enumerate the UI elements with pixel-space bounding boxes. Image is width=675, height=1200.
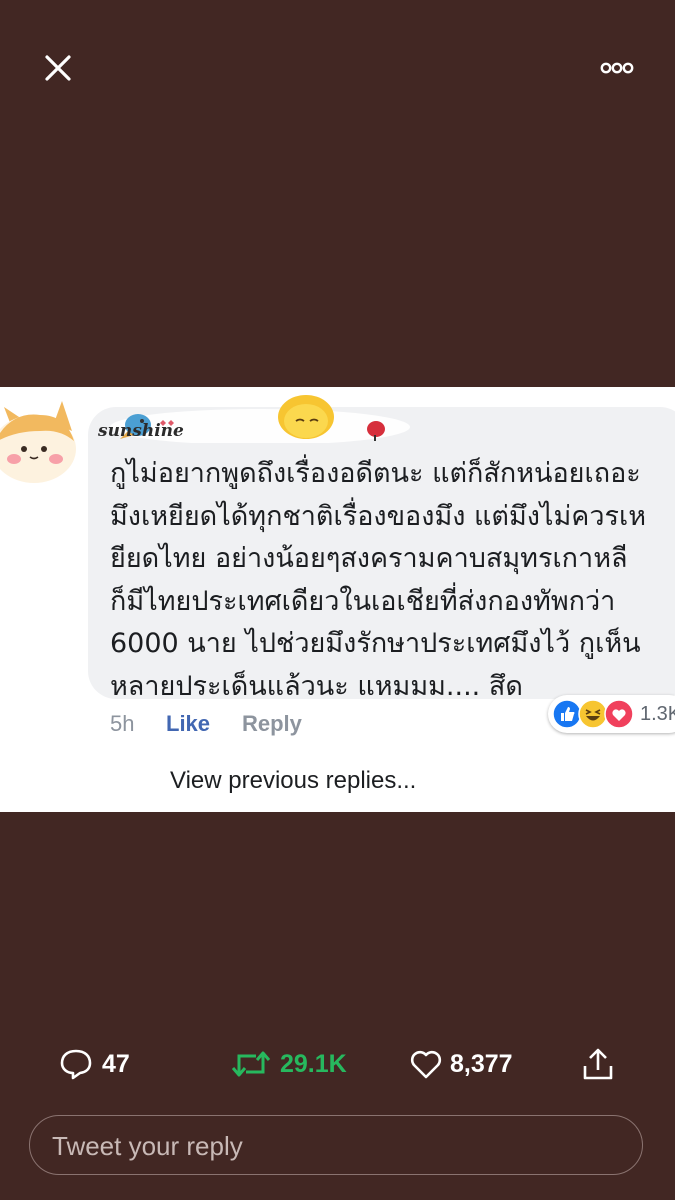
reply-box <box>29 1115 643 1175</box>
retweet-count: 29.1K <box>280 1050 347 1078</box>
like-button[interactable]: 8,377 <box>408 1040 528 1090</box>
ellipsis-icon <box>600 62 634 74</box>
more-options-button[interactable] <box>592 54 642 82</box>
like-count: 8,377 <box>450 1050 513 1078</box>
comment-line: มึงเหยียดได้ทุกชาติเรื่องของมึง แต่มึงไม… <box>110 500 647 532</box>
view-previous-replies-link[interactable]: View previous replies... <box>170 767 416 795</box>
reply-link[interactable]: Reply <box>242 711 302 737</box>
retweet-icon <box>231 1051 271 1077</box>
retweet-button[interactable]: 29.1K <box>230 1040 360 1090</box>
comment-screenshot: sunshine กูไม่อยากพูดถึงเรื่องอดีตนะ แต่… <box>0 387 675 812</box>
top-bar <box>0 0 675 140</box>
reply-button[interactable]: 47 <box>58 1040 148 1090</box>
commenter-name[interactable]: sunshine <box>98 421 184 441</box>
tweet-reply-input[interactable] <box>50 1126 614 1166</box>
like-link[interactable]: Like <box>166 711 210 737</box>
reaction-count: 1.3K <box>640 703 675 725</box>
tweet-stats-bar: 47 29.1K 8,377 <box>0 1040 675 1090</box>
comment-line: ยียดไทย อย่างน้อยๆสงครามคาบสมุทรเกาหลี <box>110 543 628 574</box>
comment-text: กูไม่อยากพูดถึงเรื่องอดีตนะ แต่ก็สักหน่อ… <box>110 453 650 708</box>
share-button[interactable] <box>580 1040 620 1090</box>
reply-count: 47 <box>102 1050 130 1078</box>
comment-line: 6000 นาย ไปช่วยมึงรักษาประเทศมึงไว้ กูเห… <box>110 628 641 659</box>
comment-bubble-icon <box>60 1049 92 1080</box>
heart-icon <box>410 1050 442 1079</box>
love-reaction-icon <box>604 699 634 729</box>
close-button[interactable] <box>36 46 80 90</box>
close-icon <box>45 55 71 81</box>
reactions-badge[interactable]: 1.3K <box>548 695 675 733</box>
comment-line: กูไม่อยากพูดถึงเรื่องอดีตนะ แต่ก็สักหน่อ… <box>110 458 641 489</box>
comment-timestamp: 5h <box>110 711 135 736</box>
comment-line: ก็มีไทยประเทศเดียวในเอเชียที่ส่งกองทัพกว… <box>110 585 616 617</box>
share-icon <box>583 1048 613 1080</box>
cat-avatar-icon <box>0 401 76 483</box>
